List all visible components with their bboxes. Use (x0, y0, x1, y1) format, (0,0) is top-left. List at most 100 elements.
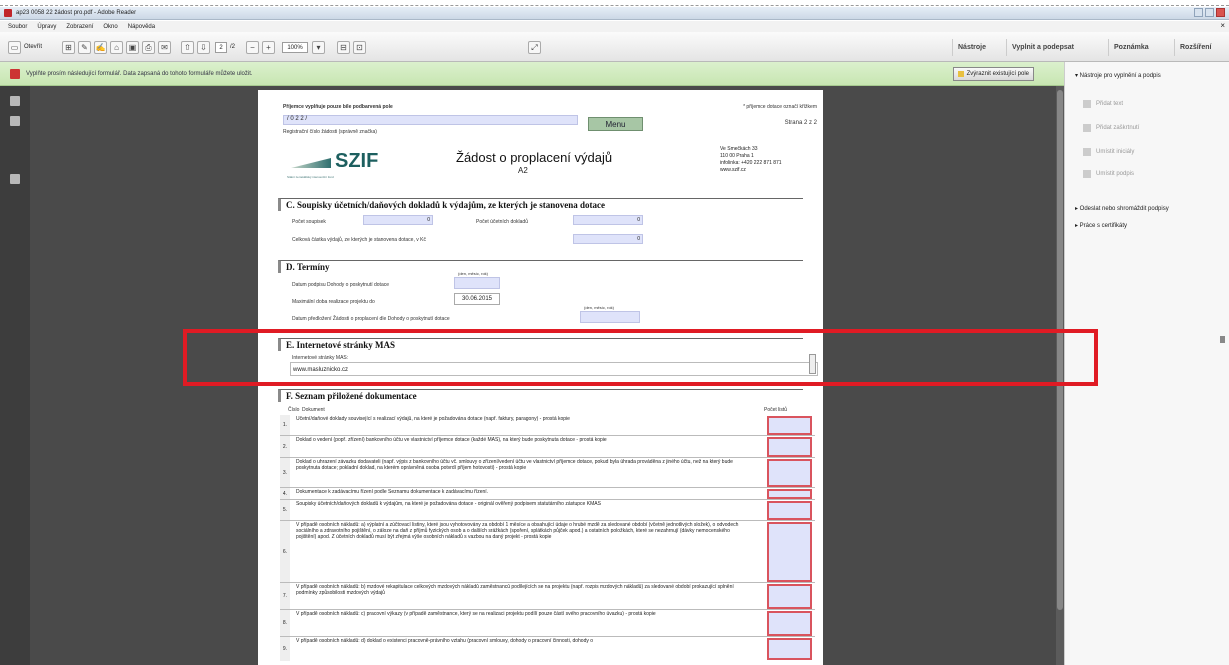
page-count-field[interactable] (767, 638, 812, 660)
zoom-out-icon[interactable]: − (246, 41, 259, 54)
prev-page-icon[interactable]: ⇧ (181, 41, 194, 54)
signature-label: Umístit podpis (1096, 171, 1135, 177)
send-signatures-section[interactable]: ▸ Odeslat nebo shromáždit podpisy (1075, 205, 1169, 212)
initials-tool-icon (1083, 148, 1091, 156)
row-text: Účetní/daňové doklady související s real… (296, 416, 570, 422)
table-row: 7. V případě osobních nákladů: b) mzdové … (280, 583, 815, 610)
menu-napoveda[interactable]: Nápověda (128, 24, 155, 30)
row-text: V případě osobních nákladů: a) výplatní … (296, 522, 739, 541)
email-icon[interactable]: ✉ (158, 41, 171, 54)
szif-address: Ve Smečkách 33 110 00 Praha 1 infolinka:… (720, 146, 782, 174)
docs-field[interactable]: 0 (573, 215, 643, 225)
menu-bar: Soubor Úpravy Zobrazení Okno Nápověda × (0, 21, 1229, 32)
fit-width-icon[interactable]: ⊡ (353, 41, 366, 54)
registration-number-field[interactable]: / 0 2 2 / (283, 115, 578, 125)
fit-page-icon[interactable]: ⊟ (337, 41, 350, 54)
page-count-field[interactable] (767, 459, 812, 487)
minimize-button[interactable] (1194, 8, 1203, 17)
address-line: infolinka: +420 222 871 871 (720, 160, 782, 166)
navigation-pane (0, 86, 30, 665)
szif-logo: SZIF Státní zemědělský intervenční fond (283, 142, 385, 186)
row-number: 3. (280, 458, 290, 487)
highlight-fields-button[interactable]: Zvýraznit existující pole (952, 67, 1034, 81)
row-number: 6. (280, 521, 290, 582)
save-icon[interactable]: ▣ (126, 41, 139, 54)
initials-tool[interactable]: Umístit iniciály (1083, 148, 1134, 156)
acrobat-icon[interactable]: ✎ (78, 41, 91, 54)
sign-icon[interactable]: ✍ (94, 41, 107, 54)
sign-date-field[interactable] (454, 277, 500, 289)
expand-icon[interactable]: ⤢ (528, 41, 541, 54)
certificates-section[interactable]: ▸ Práce s certifikáty (1075, 222, 1127, 229)
address-line: Ve Smečkách 33 (720, 146, 758, 152)
menu-soubor[interactable]: Soubor (8, 24, 27, 30)
add-text-tool[interactable]: Přidat text (1083, 100, 1123, 108)
logo-text: SZIF (335, 150, 379, 172)
row-number: 8. (280, 610, 290, 636)
row-text: Doklad o vedení (popř. zřízení) bankovní… (296, 437, 607, 443)
form-header-note: Příjemce vyplňuje pouze bíle podbarvená … (283, 104, 393, 110)
extended-tab[interactable]: Rozšíření (1174, 39, 1217, 56)
close-button[interactable] (1216, 8, 1225, 17)
create-pdf-icon[interactable]: ⊞ (62, 41, 75, 54)
menu-upravy[interactable]: Úpravy (37, 24, 56, 30)
layers-icon[interactable] (10, 174, 20, 184)
docs-value: 0 (637, 217, 640, 223)
open-folder-icon[interactable]: ▭ (8, 41, 21, 54)
total-field[interactable]: 0 (573, 234, 643, 244)
count-field[interactable]: 0 (363, 215, 433, 225)
maximize-button[interactable] (1205, 8, 1214, 17)
row-text: V případě osobních nákladů: b) mzdové re… (296, 584, 734, 597)
share-icon[interactable]: ⌂ (110, 41, 123, 54)
address-line: 110 00 Praha 1 (720, 153, 754, 159)
capture-border (0, 0, 1229, 6)
table-row: 3. Doklad o uhrazení závazku dodavateli (… (280, 458, 815, 488)
fill-sign-tools-section[interactable]: ▾ Nástroje pro vyplnění a podpis (1075, 72, 1161, 79)
adobe-reader-icon (4, 9, 12, 17)
fill-sign-tab[interactable]: Vyplnit a podepsat (1006, 39, 1079, 56)
page-count-field[interactable] (767, 489, 812, 499)
table-row: 2. Doklad o vedení (popř. zřízení) bankov… (280, 436, 815, 458)
zoom-in-icon[interactable]: + (262, 41, 275, 54)
submit-date-label: Datum předložení Žádosti o proplacení dl… (292, 316, 450, 322)
highlight-fields-label: Zvýraznit existující pole (966, 71, 1029, 77)
form-menu-button[interactable]: Menu (588, 117, 643, 131)
close-document-icon[interactable]: × (1220, 21, 1225, 30)
page-count-field[interactable] (767, 522, 812, 582)
add-check-tool[interactable]: Přidat zaškrtnutí (1083, 124, 1139, 132)
page-count-field[interactable] (767, 584, 812, 609)
page-count-field[interactable] (767, 611, 812, 636)
signature-tool[interactable]: Umístit podpis (1083, 170, 1134, 178)
attachments-icon[interactable] (10, 116, 20, 126)
submit-date-field[interactable] (580, 311, 640, 323)
add-text-label: Přidat text (1096, 101, 1124, 107)
comment-tab[interactable]: Poznámka (1108, 39, 1154, 56)
table-row: 5. Soupisky účetních/daňových dokladů k v… (280, 500, 815, 521)
table-row: 9. V případě osobních nákladů: d) doklad … (280, 637, 815, 661)
scroll-indicator (1220, 336, 1225, 343)
col-document: Dokument (302, 407, 325, 413)
zoom-dropdown-icon[interactable]: ▾ (312, 41, 325, 54)
row-number: 7. (280, 583, 290, 609)
next-page-icon[interactable]: ⇩ (197, 41, 210, 54)
menu-okno[interactable]: Okno (103, 24, 117, 30)
page-number-input[interactable]: 2 (215, 42, 227, 53)
table-row: 4. Dokumentace k zadávacímu řízení podle … (280, 488, 815, 500)
page-count-field[interactable] (767, 501, 812, 520)
check-tool-icon (1083, 124, 1091, 132)
page-count-field[interactable] (767, 416, 812, 435)
print-icon[interactable]: ⎙ (142, 41, 155, 54)
sign-date-label: Datum podpisu Dohody o poskytnutí dotace (292, 282, 390, 288)
zoom-input[interactable]: 100% (282, 42, 308, 53)
date-format-note: (den, měsíc, rok) (458, 271, 489, 276)
total-label: Celková částka výdajů, ze kterých je sta… (292, 237, 426, 243)
address-line: www.szif.cz (720, 167, 746, 173)
signature-tool-icon (1083, 170, 1091, 178)
page-thumbnails-icon[interactable] (10, 96, 20, 106)
section-f-heading: F. Seznam přiložené dokumentace (278, 389, 803, 402)
menu-zobrazeni[interactable]: Zobrazení (66, 24, 93, 30)
row-text: V případě osobních nákladů: d) doklad o … (296, 638, 594, 644)
page-count-field[interactable] (767, 437, 812, 457)
open-label[interactable]: Otevřít (24, 44, 42, 50)
tools-tab[interactable]: Nástroje (952, 39, 991, 56)
